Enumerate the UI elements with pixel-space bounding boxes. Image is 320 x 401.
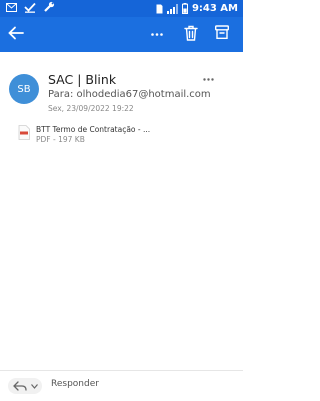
reply-icon <box>13 381 27 391</box>
archive-icon[interactable] <box>215 25 229 40</box>
signal-icon <box>166 3 178 14</box>
battery-icon <box>181 3 188 14</box>
reply-options-button[interactable] <box>8 378 42 394</box>
status-bar: 9:43 AM <box>0 0 243 17</box>
sender-name[interactable]: SAC | Blink <box>48 72 116 87</box>
chevron-down-icon <box>31 384 38 389</box>
trash-icon[interactable] <box>184 25 198 41</box>
status-right-icons: 9:43 AM <box>156 0 238 17</box>
back-arrow-icon[interactable] <box>8 26 24 40</box>
bottom-bar: Responder <box>0 370 243 401</box>
avatar-initials: SB <box>17 83 31 95</box>
more-icon[interactable] <box>151 33 163 36</box>
recipient-line: Para: olhodedia67@hotmail.com <box>48 89 211 100</box>
message-view: SB SAC | Blink Para: olhodedia67@hotmail… <box>0 52 243 370</box>
check-icon <box>24 2 36 13</box>
status-time: 9:43 AM <box>191 3 238 14</box>
sim-icon <box>156 4 163 13</box>
mail-notification-icon <box>6 2 17 12</box>
avatar[interactable]: SB <box>9 74 39 104</box>
message-date: Sex, 23/09/2022 19:22 <box>48 104 134 113</box>
message-more-icon[interactable] <box>203 78 214 81</box>
reply-input[interactable]: Responder <box>51 379 99 389</box>
status-left-icons <box>6 1 55 13</box>
attachment-meta: PDF - 197 KB <box>36 135 85 144</box>
wrench-icon <box>44 1 55 12</box>
pdf-file-icon <box>18 125 30 140</box>
app-bar <box>0 17 243 52</box>
attachment-name: BTT Termo de Contratação - ... <box>36 125 151 134</box>
